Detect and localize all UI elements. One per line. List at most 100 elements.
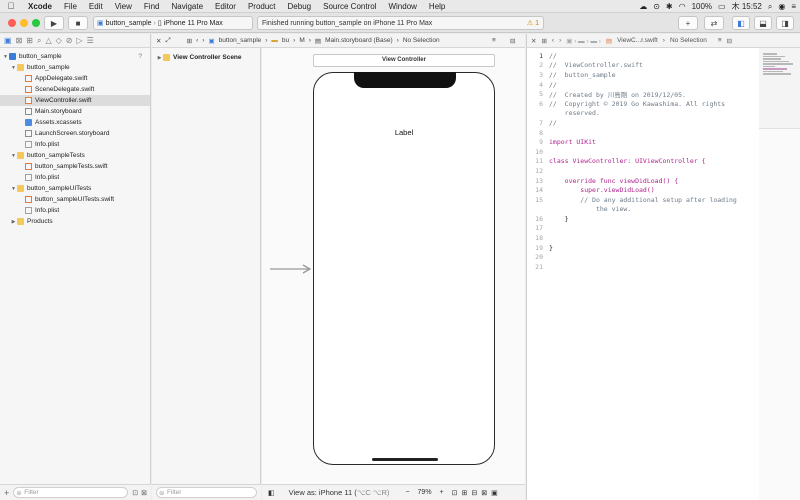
breakpoint-icon[interactable]: ▷ (76, 36, 82, 45)
jump-storyboard[interactable]: Main.storyboard (Base) (325, 37, 393, 44)
symbol-icon[interactable]: ⊞ (26, 36, 33, 45)
menu-debug[interactable]: Debug (282, 2, 318, 11)
jump-file[interactable]: ViewC...r.swift (617, 37, 658, 44)
forward-icon[interactable]: › (202, 37, 204, 44)
navigator-item[interactable]: Info.plist (0, 172, 150, 183)
source-control-filter-icon[interactable]: ⊠ (141, 489, 147, 497)
navigator-item[interactable]: Main.storyboard (0, 106, 150, 117)
navigator-item[interactable]: ▼ button_sampleTests (0, 150, 150, 161)
menu-editor[interactable]: Editor (209, 2, 242, 11)
code-line[interactable]: 11 class ViewController: UIViewController… (527, 157, 759, 167)
navigator-filter-input[interactable]: ⊜ Filter (13, 487, 129, 498)
menu-navigate[interactable]: Navigate (165, 2, 209, 11)
zoom-out-icon[interactable]: − (405, 489, 409, 496)
scheme-selector[interactable]: ▣ button_sample › ▯ iPhone 11 Pro Max (93, 16, 253, 30)
entry-point-arrow[interactable] (270, 264, 312, 274)
code-line[interactable]: reserved. (527, 109, 759, 119)
iphone-scene[interactable]: Label (313, 72, 495, 465)
code-line[interactable]: 10 (527, 147, 759, 157)
resolve-icon[interactable]: ▣ (491, 489, 498, 497)
battery-icon[interactable]: ▭ (718, 2, 726, 11)
label-view[interactable]: Label (314, 128, 494, 137)
disclosure-triangle-icon[interactable]: ▶ (10, 219, 17, 225)
navigator-item[interactable]: ▶ Products (0, 216, 150, 227)
toggle-inspector-button[interactable]: ◨ (776, 16, 794, 30)
menu-view[interactable]: View (109, 2, 138, 11)
code-line[interactable]: 12 (527, 166, 759, 176)
clock-extra-icon[interactable]: ⊙ (653, 2, 660, 11)
toggle-navigator-button[interactable]: ◧ (732, 16, 750, 30)
code-line[interactable]: 15 // Do any additional setup after load… (527, 195, 759, 205)
code-line[interactable]: 5 // Created by 川島剛 on 2019/12/05. (527, 89, 759, 99)
disclosure-triangle-icon[interactable]: ▼ (2, 54, 9, 60)
related-items-icon[interactable]: ⊞ (187, 37, 192, 45)
toggle-debug-area-button[interactable]: ⬓ (754, 16, 772, 30)
zoom-in-icon[interactable]: + (440, 489, 444, 496)
battery-percent[interactable]: 100% (692, 2, 712, 11)
code-line[interactable]: 4 // (527, 80, 759, 90)
menu-edit[interactable]: Edit (83, 2, 109, 11)
jump-selection[interactable]: No Selection (403, 37, 440, 44)
clock[interactable]: 木 15:52 (732, 1, 762, 12)
source-code[interactable]: 1 // 2 // ViewController.swift 3 // button_sa… (527, 48, 759, 272)
navigator-item[interactable]: Assets.xcassets (0, 117, 150, 128)
outline-row[interactable]: ▶ View Controller Scene (152, 52, 260, 63)
report-icon[interactable]: ☰ (87, 36, 94, 45)
menu-app[interactable]: Xcode (22, 2, 58, 11)
menu-window[interactable]: Window (382, 2, 422, 11)
zoom-button[interactable] (32, 19, 40, 27)
forward-icon[interactable]: › (559, 37, 561, 44)
code-line[interactable]: 16 } (527, 214, 759, 224)
jump-project[interactable]: button_sample (219, 37, 262, 44)
code-line[interactable]: 3 // button_sample (527, 70, 759, 80)
navigator-item[interactable]: ViewController.swift (0, 95, 150, 106)
siri-icon[interactable]: ◉ (778, 2, 785, 11)
pin-icon[interactable]: ⊠ (481, 489, 487, 497)
warning-badge[interactable]: ⚠ 1 (527, 19, 539, 27)
navigator-item[interactable]: ▼ button_sample? (0, 51, 150, 62)
test-icon[interactable]: ◇ (56, 36, 62, 45)
control-center-icon[interactable]: ≡ (791, 2, 796, 11)
disclosure-triangle-icon[interactable]: ▶ (156, 55, 163, 61)
issue-icon[interactable]: △ (45, 36, 51, 45)
folder-icon[interactable]: ▣ (4, 36, 12, 45)
add-icon[interactable]: + (4, 488, 9, 498)
run-button[interactable]: ▶ (44, 16, 64, 30)
split-editor-icon[interactable]: ⊟ (510, 37, 515, 45)
recent-files-icon[interactable]: ⊡ (132, 489, 138, 497)
code-line[interactable]: 14 super.viewDidLoad() (527, 185, 759, 195)
view-as-device[interactable]: View as: iPhone 11 (⌥C ⌥R) (289, 488, 390, 497)
minimap[interactable] (759, 34, 800, 129)
back-icon[interactable]: ‹ (552, 37, 554, 44)
menu-source-control[interactable]: Source Control (317, 2, 382, 11)
disclosure-triangle-icon[interactable]: ▼ (10, 186, 17, 192)
outline-filter-input[interactable]: ⊜ Filter (156, 487, 257, 498)
update-frames-icon[interactable]: ⊡ (452, 489, 458, 497)
menu-help[interactable]: Help (423, 2, 451, 11)
split-editor-icon[interactable]: ⊟ (727, 37, 732, 45)
debug-icon[interactable]: ⊘ (66, 36, 73, 45)
navigator-item[interactable]: ▼ button_sample (0, 62, 150, 73)
code-line[interactable]: 6 // Copyright © 2019 Go Kawashima. All r… (527, 99, 759, 109)
jump-folder[interactable]: bu (282, 37, 289, 44)
menu-product[interactable]: Product (242, 2, 282, 11)
library-button[interactable]: + (678, 16, 698, 30)
navigator-item[interactable]: SceneDelegate.swift (0, 84, 150, 95)
code-line[interactable]: 21 (527, 262, 759, 272)
navigator-item[interactable]: button_sampleUITests.swift (0, 194, 150, 205)
related-items-icon[interactable]: ⊞ (541, 37, 546, 45)
navigator-item[interactable]: AppDelegate.swift (0, 73, 150, 84)
menu-find[interactable]: Find (138, 2, 166, 11)
align-lines-icon[interactable]: ≡ (492, 37, 496, 44)
jump-selection[interactable]: No Selection (670, 37, 707, 44)
disclosure-triangle-icon[interactable]: ▼ (10, 65, 17, 71)
apple-menu-icon[interactable]:  (0, 1, 22, 11)
code-line[interactable]: 18 (527, 233, 759, 243)
code-line[interactable]: 17 (527, 224, 759, 234)
outline-toggle-icon[interactable]: ◧ (268, 489, 275, 497)
code-line[interactable]: 20 (527, 252, 759, 262)
code-line[interactable]: 7 // (527, 118, 759, 128)
close-editor-icon[interactable]: ✕ (531, 37, 536, 45)
code-line[interactable]: 19} (527, 243, 759, 253)
back-icon[interactable]: ‹ (196, 37, 198, 44)
